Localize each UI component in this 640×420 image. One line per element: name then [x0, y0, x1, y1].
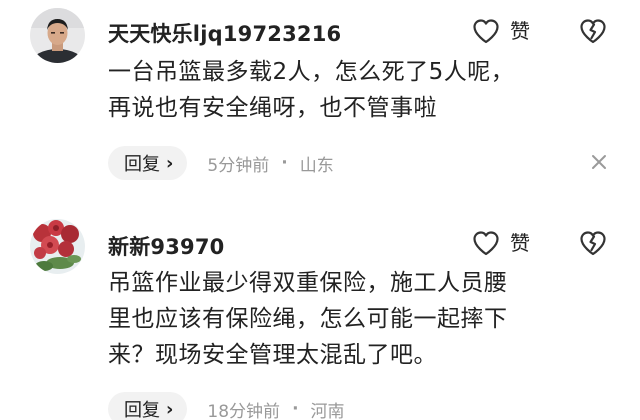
comment-content: 一台吊篮最多载2人，怎么死了5人呢， 再说也有安全绳呀，也不管事啦: [108, 59, 515, 121]
comment-time: 18分钟前: [207, 401, 281, 420]
comment-meta: 回复 › 5分钟前 · 山东: [108, 145, 334, 181]
chevron-right-icon: ›: [166, 152, 174, 174]
avatar[interactable]: [30, 219, 85, 274]
like-button[interactable]: 赞: [472, 16, 530, 46]
like-label: 赞: [510, 231, 530, 255]
comment-location: 山东: [299, 155, 334, 176]
meta-separator: ·: [281, 153, 288, 173]
dislike-button[interactable]: [579, 229, 607, 257]
comment-actions: 赞: [472, 16, 622, 46]
reply-button[interactable]: 回复 ›: [108, 146, 188, 180]
comment-username[interactable]: 新新93970: [108, 231, 224, 261]
comment-item: 新新93970 赞 吊篮作业最少得双重保险，施工人员腰 里也应该有保险绳，怎么可…: [0, 205, 640, 420]
comment-actions: 赞: [472, 228, 622, 258]
comment-feed: 天天快乐ljq19723216 赞 一台吊篮最多载2人，怎么死了5人呢， 再说也…: [0, 0, 640, 420]
chevron-right-icon: ›: [166, 398, 174, 420]
like-button[interactable]: 赞: [472, 228, 530, 258]
comment-location: 河南: [310, 401, 345, 420]
reply-button[interactable]: 回复 ›: [108, 392, 188, 420]
comment-meta: 回复 › 18分钟前 · 河南: [108, 391, 345, 420]
dislike-button[interactable]: [579, 17, 607, 45]
comment-item: 天天快乐ljq19723216 赞 一台吊篮最多载2人，怎么死了5人呢， 再说也…: [0, 0, 640, 205]
meta-separator: ·: [292, 399, 299, 419]
comment-time: 5分钟前: [207, 155, 270, 176]
like-label: 赞: [510, 19, 530, 43]
comment-username[interactable]: 天天快乐ljq19723216: [108, 18, 341, 48]
close-icon[interactable]: [590, 153, 608, 171]
broken-heart-icon: [579, 17, 607, 45]
reply-label: 回复: [124, 154, 160, 175]
heart-outline-icon: [472, 230, 500, 256]
reply-label: 回复: [124, 400, 160, 420]
heart-outline-icon: [472, 18, 500, 44]
avatar[interactable]: [30, 8, 85, 63]
comment-content: 吊篮作业最少得双重保险，施工人员腰 里也应该有保险绳，怎么可能一起摔下 来？现场…: [108, 270, 508, 368]
broken-heart-icon: [579, 229, 607, 257]
